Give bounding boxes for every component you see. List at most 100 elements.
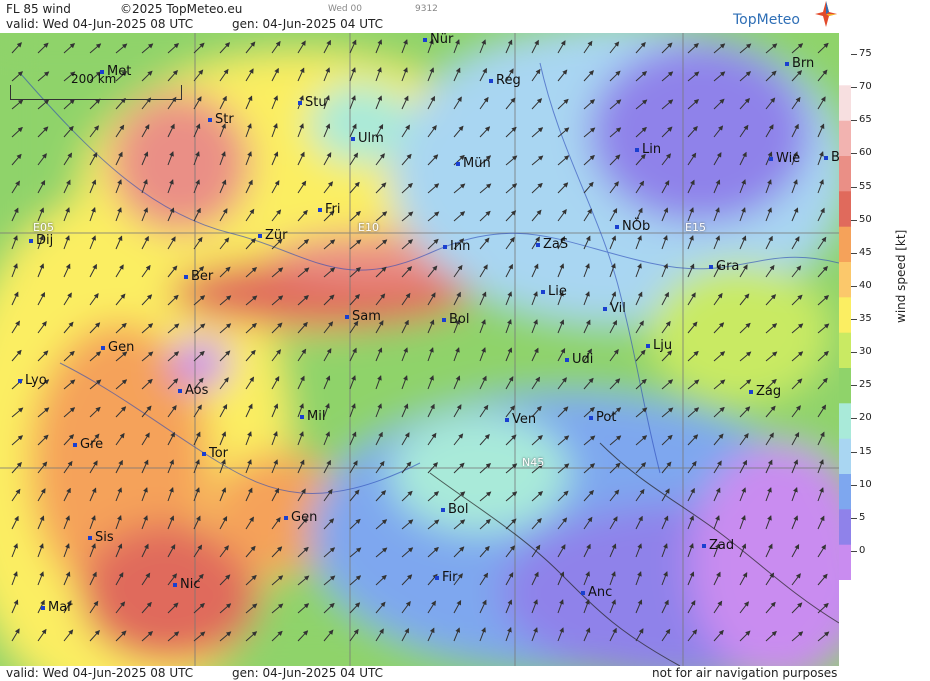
city-label: Lin — [635, 142, 661, 157]
color-bar-segment — [839, 544, 851, 580]
wind-speed-legend: 75 70 65 60 55 50 45 40 35 30 25 20 15 10 5 0 wind spee… — [839, 33, 930, 666]
grid-label-e10: E10 — [358, 221, 379, 234]
color-bar-segment — [839, 120, 851, 157]
color-bar-segment — [839, 85, 851, 122]
city-label: Nür — [423, 33, 453, 47]
valid-time: valid: Wed 04-Jun-2025 08 UTC — [6, 17, 194, 31]
run-label: Wed 00 — [328, 4, 362, 14]
city-label: Dij — [29, 233, 53, 248]
legend-tick-label: 55 — [859, 180, 872, 192]
city-label: Met — [100, 64, 131, 79]
legend-tick-label: 10 — [859, 478, 872, 490]
city-label: B — [824, 150, 839, 165]
legend-tick-mark — [851, 186, 857, 188]
city-label: Lju — [646, 338, 672, 353]
color-bar — [839, 50, 851, 580]
color-bar-segment — [839, 297, 851, 334]
legend-tick-label: 25 — [859, 379, 872, 391]
legend-tick-mark — [851, 319, 857, 320]
color-bar-segment — [839, 262, 851, 298]
city-label: Ven — [505, 412, 536, 427]
city-label: Zag — [749, 384, 781, 399]
city-label: Pot — [589, 410, 616, 425]
legend-tick-mark — [851, 219, 857, 221]
city-label: Lyo — [18, 373, 47, 388]
legend-tick-mark — [851, 451, 857, 453]
city-label: Gre — [73, 437, 103, 452]
color-bar-segment — [839, 332, 851, 369]
legend-tick-mark — [851, 153, 857, 155]
city-label: Tor — [202, 446, 228, 461]
city-label: Wie — [769, 151, 800, 166]
city-label: Zad — [702, 538, 734, 553]
city-label: Sis — [88, 530, 114, 545]
color-bar-segment — [839, 474, 851, 510]
color-bar-segment — [839, 191, 851, 228]
city-label: Gra — [709, 259, 739, 274]
grid-label-n45: N45 — [522, 456, 545, 469]
legend-tick-label: 40 — [859, 279, 872, 291]
legend-tick-label: 60 — [859, 147, 872, 159]
city-label: Ber — [184, 269, 213, 284]
compass-star-icon — [815, 1, 837, 27]
legend-tick-label: 15 — [859, 445, 872, 457]
city-label: Vil — [603, 301, 626, 316]
color-bar-segment — [839, 156, 851, 192]
city-label: Ulm — [351, 131, 384, 146]
legend-tick-mark — [851, 517, 857, 519]
copyright: ©2025 TopMeteo.eu — [120, 2, 243, 16]
legend-tick-label: 65 — [859, 114, 872, 126]
city-label: Zür — [258, 228, 288, 243]
city-label: Mün — [456, 156, 491, 171]
color-bar-segment — [839, 403, 851, 440]
legend-tick-label: 5 — [859, 511, 866, 523]
legend-tick-mark — [851, 120, 857, 122]
legend-tick-label: 30 — [859, 346, 872, 358]
city-label: Udi — [565, 352, 593, 367]
legend-unit-label: wind speed [kt] — [894, 229, 908, 323]
code-label: 9312 — [415, 4, 438, 14]
legend-tick-label: 45 — [859, 246, 872, 258]
city-label: Inn — [443, 239, 470, 254]
legend-tick-mark — [851, 252, 857, 254]
disclaimer: not for air navigation purposes — [652, 666, 838, 680]
footer-valid-time: valid: Wed 04-Jun-2025 08 UTC — [6, 666, 194, 680]
wind-map[interactable]: 200 km E05 E10 E15 N45 Nür Met Reg Brn S… — [0, 33, 839, 666]
city-label: Aos — [178, 383, 208, 398]
legend-tick-label: 0 — [859, 544, 866, 556]
city-label: Fri — [318, 202, 341, 217]
city-label: Nic — [173, 577, 200, 592]
city-label: Bol — [442, 312, 469, 327]
color-bar-segment — [839, 226, 851, 263]
city-label: Mil — [300, 409, 325, 424]
legend-tick-label: 75 — [859, 48, 872, 59]
city-label: Gen — [101, 340, 134, 355]
topmeteo-logo[interactable]: TopMeteo — [733, 1, 837, 28]
city-label: Fir — [435, 570, 458, 585]
city-label: ZaS — [536, 237, 568, 252]
legend-tick-mark — [851, 550, 857, 552]
color-bar-segment — [839, 50, 851, 86]
color-bar-segment — [839, 368, 851, 404]
city-label: Reg — [489, 73, 521, 88]
city-label: Bol — [441, 502, 468, 517]
city-label: Lie — [541, 284, 567, 299]
footer-generated-time: gen: 04-Jun-2025 04 UTC — [232, 666, 384, 680]
legend-tick-label: 50 — [859, 213, 872, 225]
legend-tick-mark — [851, 484, 857, 486]
legend-tick-label: 35 — [859, 313, 872, 324]
city-label: Stu — [298, 95, 327, 110]
city-label: Gen — [284, 510, 317, 525]
legend-tick-label: 70 — [859, 81, 872, 93]
legend-tick-label: 20 — [859, 412, 872, 424]
city-label: NÖb — [615, 219, 650, 234]
legend-tick-mark — [851, 385, 857, 387]
legend-tick-mark — [851, 54, 857, 55]
city-label: Mar — [41, 600, 73, 615]
brand-text: TopMeteo — [733, 12, 800, 28]
city-label: Str — [208, 112, 234, 127]
color-bar-segment — [839, 438, 851, 475]
color-bar-segment — [839, 509, 851, 546]
product-title: FL 85 wind — [6, 2, 71, 16]
grid-label-e15: E15 — [685, 221, 706, 234]
